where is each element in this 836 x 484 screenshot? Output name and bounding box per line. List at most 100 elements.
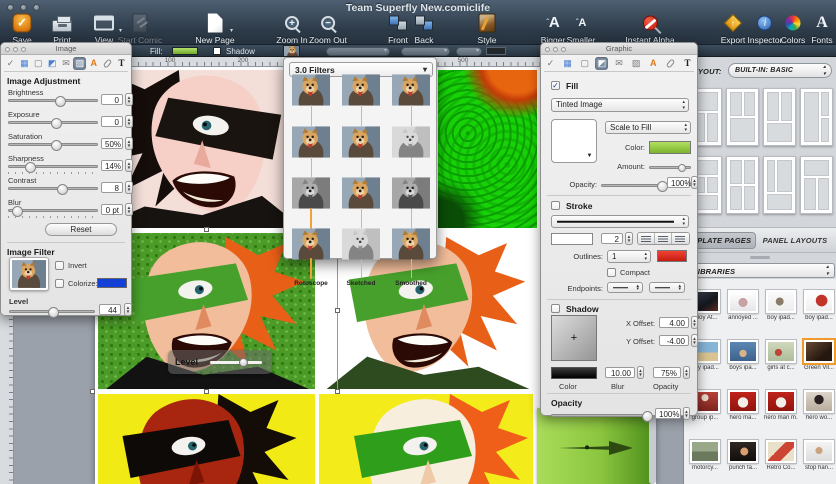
layout-grid-tab-icon[interactable]: ▦ [18,57,31,70]
fill-amount-slider[interactable] [649,166,691,169]
opacity-slider[interactable] [551,414,649,417]
selection-handle[interactable] [204,389,209,394]
panel-resize-nub[interactable] [750,256,770,259]
compact-checkbox[interactable] [607,268,616,277]
contrast-stepper[interactable]: ▲▼ [125,181,133,194]
library-item[interactable]: boy ipad... [764,290,798,321]
palette-window-controls[interactable] [545,47,566,52]
layout-grid-tab-icon[interactable]: ▦ [561,57,574,70]
shadow-color-well[interactable] [551,367,597,379]
fill-opacity-value[interactable]: 100% [667,177,690,188]
toolbar-button-save[interactable]: ✓Save [5,12,39,45]
toolbar-button-export[interactable]: ↑Export [716,12,750,45]
fill-type-select[interactable]: Tinted Image [551,98,689,112]
toolbar-button-style[interactable]: Style [470,12,504,45]
shapes-tab-icon[interactable]: ◩ [595,57,608,70]
level-hud[interactable]: Level [168,350,272,374]
paperclip-tab-icon[interactable] [101,57,114,70]
template-page-thumb[interactable] [800,88,833,146]
stroke-width-value[interactable]: 2 [601,233,623,244]
blur-value[interactable]: 0 pt [101,204,123,215]
filter-option[interactable]: Sketched [336,210,386,287]
shadow-checkbox[interactable] [213,47,221,55]
sharpness-stepper[interactable]: ▲▼ [125,159,133,172]
page-tab-icon[interactable]: ▢ [32,57,45,70]
stroke-width-stepper[interactable]: ▲▼ [625,232,633,245]
selection-handle[interactable] [335,308,340,313]
library-item[interactable]: annoyed ... [726,290,760,321]
library-item[interactable]: motorcy... [688,440,722,471]
fill-color-well[interactable] [649,141,691,154]
balloon-tab-icon[interactable]: ✉ [613,57,626,70]
invert-checkbox[interactable] [55,261,64,270]
tab-panel-layouts[interactable]: PANEL LAYOUTS [760,236,830,245]
library-item[interactable]: stop han... [802,440,836,471]
template-page-thumb[interactable] [726,88,759,146]
lettering-tab-icon[interactable]: A [647,57,660,70]
template-page-thumb[interactable] [726,156,759,214]
fill-opacity-stepper[interactable]: ▲▼ [691,176,698,189]
saturation-slider[interactable] [8,143,98,146]
shadow-checkbox[interactable] [551,304,560,313]
shapes-tab-icon[interactable]: ◩ [46,57,59,70]
image-tab-icon[interactable]: ▨ [73,57,86,70]
exposure-stepper[interactable]: ▲▼ [125,115,133,128]
shadow-opacity-stepper[interactable]: ▲▼ [683,366,690,379]
selection-handle[interactable] [335,389,340,394]
colorize-color-well[interactable] [97,278,127,288]
fill-color-well[interactable] [172,47,198,55]
canvas-scrollbar[interactable] [649,415,656,484]
reset-button[interactable]: Reset [45,223,117,236]
fill-checkbox[interactable]: ✓ [551,81,560,90]
stroke-line-style-select[interactable] [551,215,689,228]
image-tab-icon[interactable]: ▨ [630,57,643,70]
selection-handle[interactable] [90,389,95,394]
well-menu-icon[interactable]: ▼ [585,152,594,160]
paperclip-tab-icon[interactable] [664,57,677,70]
balloon-tab-icon[interactable]: ✉ [60,57,73,70]
stroke-color-well[interactable] [551,233,593,245]
sharpness-value[interactable]: 14% [101,160,123,171]
contrast-slider[interactable] [8,187,98,190]
brightness-value[interactable]: 0 [101,94,123,105]
toolbar-button-print[interactable]: Print [45,12,79,45]
brightness-stepper[interactable]: ▲▼ [125,93,133,106]
libraries-select[interactable]: LIBRARIES [686,263,835,278]
x-offset-stepper[interactable]: ▲▼ [691,316,698,329]
level-slider[interactable] [9,310,95,313]
layout-select[interactable]: BUILT-IN: BASIC [728,63,832,78]
fill-image-well[interactable]: ▼ [551,119,597,163]
blur-stepper[interactable]: ▲▼ [125,203,133,216]
x-offset-value[interactable]: 4.00 [659,317,689,328]
fill-opacity-slider[interactable] [601,184,663,187]
outlines-select[interactable]: 1 [607,250,651,263]
y-offset-value[interactable]: -4.00 [659,335,689,346]
blur-slider[interactable] [8,209,98,212]
brightness-slider[interactable] [8,99,98,102]
text-tab-icon[interactable]: T [681,57,694,70]
level-stepper[interactable]: ▲▼ [124,303,132,316]
stroke-alignment-segmented[interactable] [637,232,690,245]
text-tab-icon[interactable]: T [115,57,128,70]
library-item[interactable]: Retro Co... [764,440,798,471]
library-item[interactable]: hero man m... [764,390,798,421]
toolbar-button-new-page[interactable]: ▾New Page [195,12,234,45]
filter-option-selected[interactable]: Rotoscope [286,210,336,287]
shadow-opacity-value[interactable]: 75% [653,367,681,378]
endpoint-start-select[interactable] [607,282,643,293]
stroke-checkbox[interactable] [551,201,560,210]
pencil-tab-icon[interactable]: ✓ [4,57,17,70]
filter-option[interactable]: Smoothed [386,210,436,287]
shadow-direction-well[interactable]: + [551,315,597,361]
page-tab-icon[interactable]: ▢ [578,57,591,70]
library-item-selected[interactable]: Green Vil... [802,340,836,371]
comic-panel-yellow-light[interactable] [319,394,533,484]
saturation-stepper[interactable]: ▲▼ [125,137,133,150]
sharpness-slider[interactable] [8,165,98,168]
filter-preview-button[interactable] [283,45,300,57]
colorize-checkbox[interactable] [55,279,64,288]
library-item[interactable]: hero ma... [726,390,760,421]
toolbar-button-view[interactable]: ▾View [87,12,121,45]
level-value[interactable]: 44 [99,304,121,315]
saturation-value[interactable]: 50% [101,138,123,149]
